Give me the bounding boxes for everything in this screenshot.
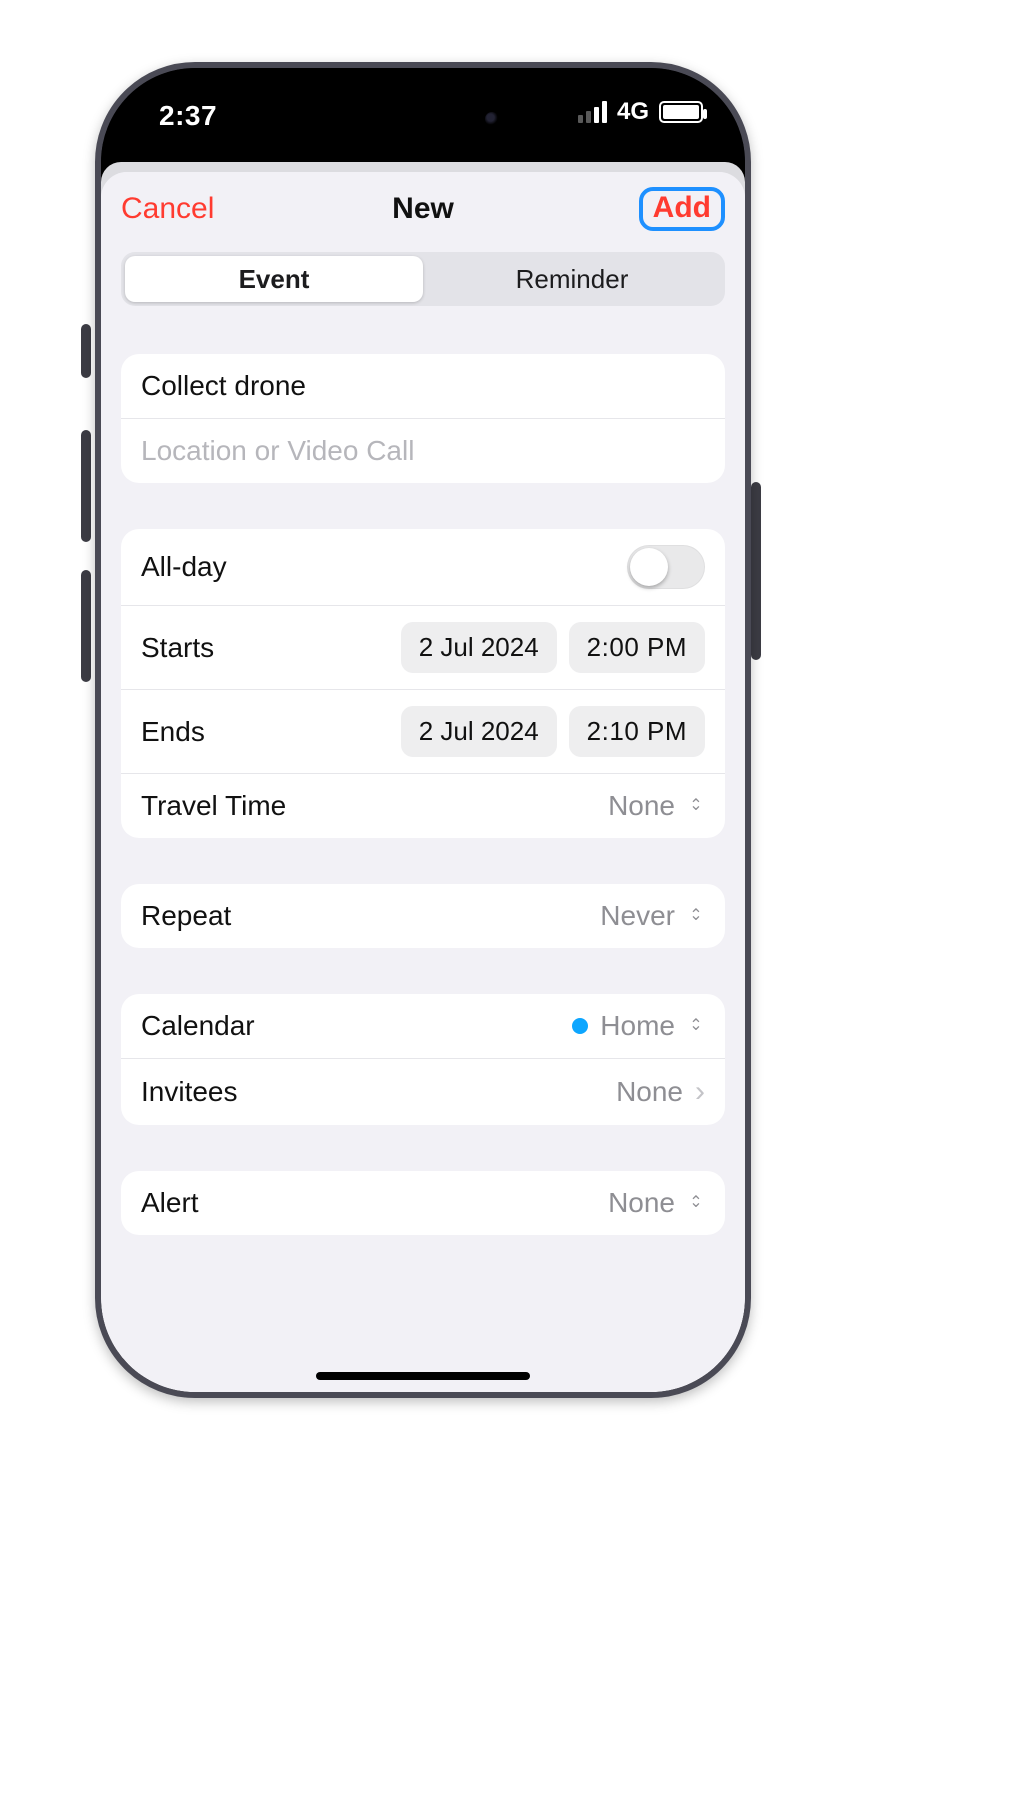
add-button-highlight: Add bbox=[639, 187, 725, 231]
iphone-frame: 2:37 4G Cancel New Add Event Reminder bbox=[95, 62, 751, 1398]
repeat-value: Never bbox=[600, 900, 675, 932]
travel-value: None bbox=[608, 790, 675, 822]
row-starts: Starts 2 Jul 2024 2:00 PM bbox=[121, 605, 725, 689]
updown-icon bbox=[687, 798, 705, 816]
row-travel-time[interactable]: Travel Time None bbox=[121, 773, 725, 838]
repeat-label: Repeat bbox=[141, 900, 231, 932]
segment-event[interactable]: Event bbox=[125, 256, 423, 302]
cancel-button[interactable]: Cancel bbox=[121, 192, 214, 226]
segmented-control[interactable]: Event Reminder bbox=[121, 252, 725, 306]
device-mute-switch bbox=[81, 324, 91, 378]
ends-time-button[interactable]: 2:10 PM bbox=[569, 706, 705, 757]
dynamic-island bbox=[327, 94, 519, 144]
group-calendar-invitees: Calendar Home Invitees None › bbox=[121, 994, 725, 1125]
invitees-value: None bbox=[616, 1076, 683, 1108]
row-allday[interactable]: All-day bbox=[121, 529, 725, 605]
add-button[interactable]: Add bbox=[653, 193, 711, 223]
ends-date-button[interactable]: 2 Jul 2024 bbox=[401, 706, 557, 757]
status-right: 4G bbox=[578, 98, 703, 126]
calendar-value: Home bbox=[600, 1010, 675, 1042]
cellular-signal-icon bbox=[578, 101, 607, 123]
device-power-button bbox=[751, 482, 761, 660]
location-input[interactable] bbox=[141, 435, 705, 467]
network-label: 4G bbox=[617, 98, 649, 126]
allday-label: All-day bbox=[141, 551, 227, 583]
row-calendar[interactable]: Calendar Home bbox=[121, 994, 725, 1058]
alert-label: Alert bbox=[141, 1187, 199, 1219]
row-invitees[interactable]: Invitees None › bbox=[121, 1058, 725, 1125]
group-repeat: Repeat Never bbox=[121, 884, 725, 948]
ends-label: Ends bbox=[141, 716, 205, 748]
home-indicator[interactable] bbox=[316, 1372, 530, 1380]
status-time: 2:37 bbox=[159, 100, 217, 132]
updown-icon bbox=[687, 1018, 705, 1036]
form-scroll[interactable]: All-day Starts 2 Jul 2024 2:00 PM Ends bbox=[101, 322, 745, 1392]
starts-date-button[interactable]: 2 Jul 2024 bbox=[401, 622, 557, 673]
group-title-location bbox=[121, 354, 725, 483]
title-input[interactable] bbox=[141, 370, 705, 402]
allday-switch[interactable] bbox=[627, 545, 705, 589]
battery-icon bbox=[659, 101, 703, 123]
group-time: All-day Starts 2 Jul 2024 2:00 PM Ends bbox=[121, 529, 725, 838]
starts-label: Starts bbox=[141, 632, 214, 664]
row-repeat[interactable]: Repeat Never bbox=[121, 884, 725, 948]
device-volume-down bbox=[81, 570, 91, 682]
row-location[interactable] bbox=[121, 418, 725, 483]
updown-icon bbox=[687, 1195, 705, 1213]
screen: 2:37 4G Cancel New Add Event Reminder bbox=[101, 68, 745, 1392]
group-alert: Alert None bbox=[121, 1171, 725, 1235]
alert-value: None bbox=[608, 1187, 675, 1219]
starts-time-button[interactable]: 2:00 PM bbox=[569, 622, 705, 673]
modal-sheet: Cancel New Add Event Reminder bbox=[101, 172, 745, 1392]
calendar-label: Calendar bbox=[141, 1010, 255, 1042]
travel-label: Travel Time bbox=[141, 790, 286, 822]
invitees-label: Invitees bbox=[141, 1076, 238, 1108]
row-ends: Ends 2 Jul 2024 2:10 PM bbox=[121, 689, 725, 773]
segment-reminder[interactable]: Reminder bbox=[423, 256, 721, 302]
row-alert[interactable]: Alert None bbox=[121, 1171, 725, 1235]
device-volume-up bbox=[81, 430, 91, 542]
updown-icon bbox=[687, 908, 705, 926]
row-title[interactable] bbox=[121, 354, 725, 418]
front-camera-icon bbox=[485, 112, 499, 126]
chevron-right-icon: › bbox=[695, 1075, 705, 1109]
nav-bar: Cancel New Add bbox=[101, 172, 745, 246]
calendar-color-dot bbox=[572, 1018, 588, 1034]
